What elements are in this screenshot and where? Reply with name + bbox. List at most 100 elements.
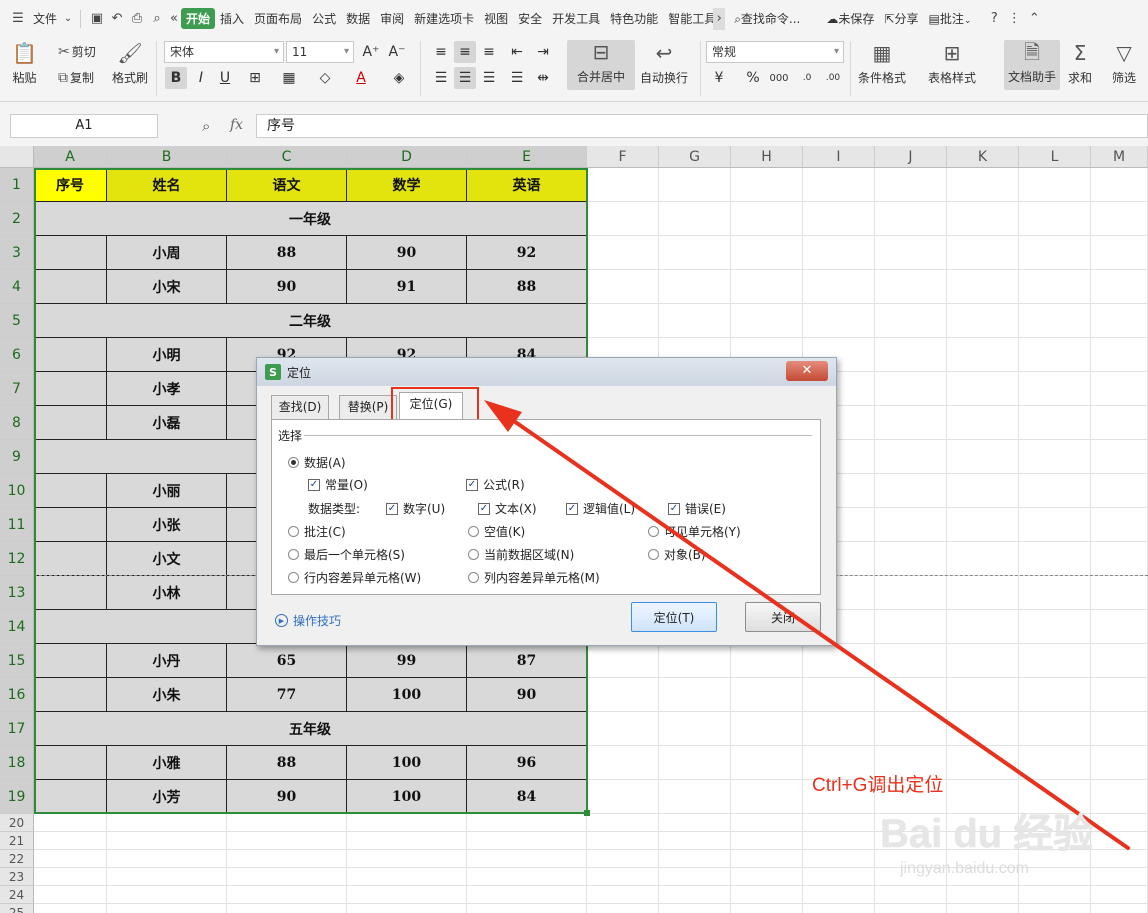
empty-cell[interactable]	[1019, 678, 1091, 712]
cell-b3[interactable]: 小周	[107, 236, 227, 270]
align-center-icon[interactable]: ☰	[454, 67, 476, 89]
currency-icon[interactable]: ¥	[708, 67, 730, 89]
empty-cell[interactable]	[587, 868, 659, 886]
empty-cell[interactable]	[947, 202, 1019, 236]
empty-cell[interactable]	[347, 832, 467, 850]
print-preview-icon[interactable]: ⌕	[147, 9, 167, 29]
empty-cell[interactable]	[659, 644, 731, 678]
empty-cell[interactable]	[227, 868, 347, 886]
zoom-formula-icon[interactable]: ⌕	[202, 117, 210, 135]
empty-cell[interactable]	[1019, 270, 1091, 304]
tab-review[interactable]: 审阅	[375, 10, 409, 27]
fill-handle[interactable]	[584, 810, 590, 816]
cell-a13[interactable]	[34, 576, 107, 610]
empty-cell[interactable]	[347, 868, 467, 886]
empty-cell[interactable]	[227, 814, 347, 832]
option-text[interactable]: ✓ 文本(X)	[478, 500, 537, 517]
empty-cell[interactable]	[875, 904, 947, 913]
empty-cell[interactable]	[1091, 168, 1148, 202]
cell-e15[interactable]: 87	[467, 644, 587, 678]
option-objects[interactable]: 对象(B)	[648, 546, 706, 563]
empty-cell[interactable]	[1091, 610, 1148, 644]
cell-a10[interactable]	[34, 474, 107, 508]
empty-cell[interactable]	[875, 338, 947, 372]
empty-cell[interactable]	[1019, 508, 1091, 542]
empty-cell[interactable]	[227, 850, 347, 868]
empty-cell[interactable]	[731, 304, 803, 338]
empty-cell[interactable]	[947, 678, 1019, 712]
option-row-differences[interactable]: 行内容差异单元格(W)	[288, 569, 421, 586]
cell-d16[interactable]: 100	[347, 678, 467, 712]
empty-cell[interactable]	[107, 904, 227, 913]
empty-cell[interactable]	[659, 814, 731, 832]
option-logical[interactable]: ✓ 逻辑值(L)	[566, 500, 635, 517]
row-header-17[interactable]: 17	[0, 712, 34, 746]
empty-cell[interactable]	[875, 886, 947, 904]
empty-cell[interactable]	[731, 270, 803, 304]
empty-cell[interactable]	[1091, 712, 1148, 746]
cell-e4[interactable]: 88	[467, 270, 587, 304]
empty-cell[interactable]	[1019, 904, 1091, 913]
wrap-text-button[interactable]: ↩ 自动换行	[640, 41, 688, 86]
cell-c18[interactable]: 88	[227, 746, 347, 780]
empty-cell[interactable]	[875, 236, 947, 270]
cell-c15[interactable]: 65	[227, 644, 347, 678]
empty-cell[interactable]	[947, 440, 1019, 474]
tab-insert[interactable]: 插入	[215, 10, 249, 27]
increase-decimal-icon[interactable]: .0	[796, 67, 818, 89]
empty-cell[interactable]	[1091, 542, 1148, 576]
empty-cell[interactable]	[875, 474, 947, 508]
command-search[interactable]: ⌕查找命令...	[729, 10, 805, 27]
conditional-format-button[interactable]: ▦ 条件格式	[858, 41, 906, 86]
formula-input[interactable]: 序号	[256, 114, 1148, 138]
row-header-14[interactable]: 14	[0, 610, 34, 644]
empty-cell[interactable]	[947, 780, 1019, 814]
cell-b19[interactable]: 小芳	[107, 780, 227, 814]
empty-cell[interactable]	[467, 868, 587, 886]
tab-formulas[interactable]: 公式	[307, 10, 341, 27]
empty-cell[interactable]	[731, 712, 803, 746]
empty-cell[interactable]	[659, 270, 731, 304]
align-middle-icon[interactable]: ≡	[454, 41, 476, 63]
empty-cell[interactable]	[659, 746, 731, 780]
underline-button[interactable]: U	[214, 67, 236, 89]
paste-button[interactable]: 📋 粘贴	[12, 41, 37, 86]
percent-icon[interactable]: %	[742, 67, 764, 89]
empty-cell[interactable]	[34, 850, 107, 868]
empty-cell[interactable]	[1091, 406, 1148, 440]
empty-cell[interactable]	[803, 644, 875, 678]
empty-cell[interactable]	[947, 644, 1019, 678]
empty-cell[interactable]	[875, 406, 947, 440]
empty-cell[interactable]	[1091, 850, 1148, 868]
empty-cell[interactable]	[875, 372, 947, 406]
empty-cell[interactable]	[731, 236, 803, 270]
empty-cell[interactable]	[875, 508, 947, 542]
empty-cell[interactable]	[1019, 780, 1091, 814]
empty-cell[interactable]	[587, 712, 659, 746]
tab-find[interactable]: 查找(D)	[271, 395, 329, 419]
row-header-6[interactable]: 6	[0, 338, 34, 372]
empty-cell[interactable]	[659, 850, 731, 868]
empty-cell[interactable]	[1091, 508, 1148, 542]
empty-cell[interactable]	[1019, 168, 1091, 202]
filter-button[interactable]: ▽ 筛选	[1112, 41, 1136, 86]
tab-security[interactable]: 安全	[513, 10, 547, 27]
row-header-5[interactable]: 5	[0, 304, 34, 338]
empty-cell[interactable]	[347, 814, 467, 832]
font-size-select[interactable]: 11	[286, 41, 354, 63]
empty-cell[interactable]	[1019, 202, 1091, 236]
tab-data[interactable]: 数据	[341, 10, 375, 27]
empty-cell[interactable]	[587, 270, 659, 304]
empty-cell[interactable]	[659, 168, 731, 202]
column-header-a[interactable]: A	[34, 146, 107, 168]
empty-cell[interactable]	[875, 168, 947, 202]
tips-link[interactable]: ▶ 操作技巧	[275, 612, 341, 629]
hamburger-icon[interactable]: ☰	[8, 9, 28, 29]
bold-button[interactable]: B	[165, 67, 187, 89]
empty-cell[interactable]	[347, 904, 467, 913]
empty-cell[interactable]	[587, 304, 659, 338]
empty-cell[interactable]	[1019, 868, 1091, 886]
empty-cell[interactable]	[875, 542, 947, 576]
empty-cell[interactable]	[467, 832, 587, 850]
empty-cell[interactable]	[1091, 474, 1148, 508]
